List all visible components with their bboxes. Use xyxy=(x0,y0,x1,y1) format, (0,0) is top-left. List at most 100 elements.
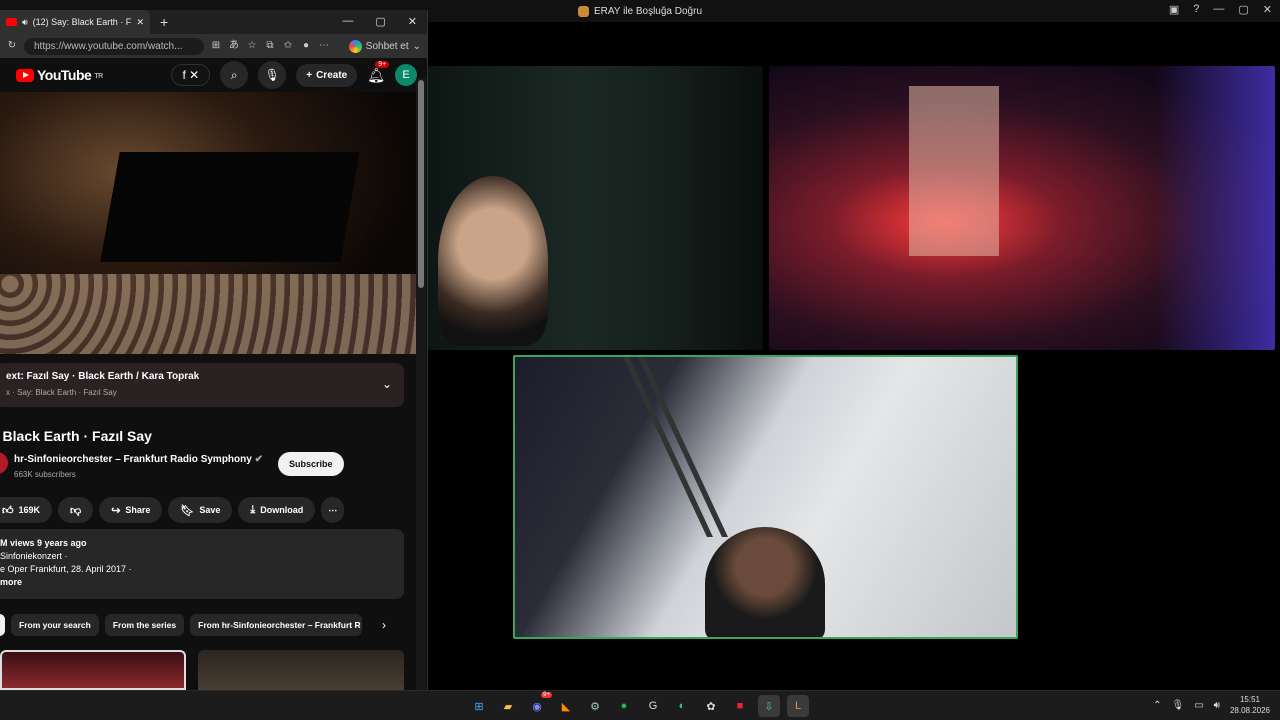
system-tray: ⌃ 🎙︎ ▭ 🔊︎ 15:51 28.08.2026 xyxy=(1153,694,1270,716)
chip-all[interactable] xyxy=(0,614,5,636)
steam-icon[interactable]: ⚙ xyxy=(584,695,606,717)
translate-icon[interactable]: あ xyxy=(228,40,240,52)
favorites-icon[interactable]: ✩ xyxy=(282,40,294,52)
app-window-controls: ▣ ? — ▢ ✕ xyxy=(1169,3,1272,16)
recommended-video-thumbnail[interactable] xyxy=(0,650,186,690)
speaker-icon[interactable]: 🔊︎ xyxy=(22,17,28,28)
chevron-right-icon[interactable]: › xyxy=(382,618,386,632)
share-button[interactable]: ↪ Share xyxy=(99,497,163,523)
profile-icon[interactable]: ● xyxy=(300,40,312,52)
download-label: Download xyxy=(260,505,304,515)
chip-from-your-search[interactable]: From your search xyxy=(11,614,99,636)
url-field[interactable]: https://www.youtube.com/watch... xyxy=(24,37,204,55)
share-label: Share xyxy=(125,505,151,515)
refresh-icon[interactable]: ↻ xyxy=(6,40,18,52)
share-icon: ↪ xyxy=(111,504,121,517)
playlist-subtitle: x · Say: Black Earth · Fazıl Say xyxy=(6,388,117,397)
more-menu-icon[interactable]: ⋯ xyxy=(318,40,330,52)
search-icon[interactable]: ⌕ xyxy=(220,61,249,89)
notification-badge: 9+ xyxy=(375,60,390,68)
windows-taskbar: ⊞ ▰ ◉ 9+ ◣ ⚙ ● G ◐ ✿ ■ ⇩ L ⌃ 🎙︎ ▭ 🔊︎ 15:5… xyxy=(0,690,1280,720)
display-icon[interactable]: ▭ xyxy=(1194,700,1203,711)
favorite-star-icon[interactable]: ☆ xyxy=(246,40,258,52)
app-minimize-button[interactable]: — xyxy=(1213,3,1224,16)
dislike-button[interactable]: 👎︎ xyxy=(58,497,94,523)
start-icon[interactable]: ⊞ xyxy=(468,695,490,717)
channel-name[interactable]: hr-Sinfonieorchester – Frankfurt Radio S… xyxy=(14,454,263,465)
new-tab-button[interactable]: + xyxy=(160,14,168,30)
youtube-play-icon xyxy=(16,68,34,82)
ceiling-vent xyxy=(638,357,728,537)
browser-tab[interactable]: 🔊︎ (12) Say: Black Earth · Fazıl Say ✕ xyxy=(0,10,150,34)
chip-from-channel[interactable]: From hr-Sinfonieorchester – Frankfurt R xyxy=(190,614,363,636)
search-area: f ✕ ⌕ 🎙︎ + Create 🔔︎ 9+ E xyxy=(171,60,417,89)
like-button[interactable]: 👍︎ 169K xyxy=(0,497,53,523)
youtube-favicon-icon xyxy=(6,18,17,26)
video-tile-participant-1[interactable] xyxy=(428,66,763,350)
tab-title: (12) Say: Black Earth · Fazıl Say xyxy=(32,17,132,27)
page-scrollbar[interactable] xyxy=(416,78,426,690)
browser-close-button[interactable]: ✕ xyxy=(408,15,417,28)
video-title: : Black Earth · Fazıl Say xyxy=(0,428,152,444)
save-label: Save xyxy=(199,505,221,515)
tab-close-icon[interactable]: ✕ xyxy=(136,17,144,28)
chatgpt-icon[interactable]: ✿ xyxy=(700,695,722,717)
notifications-bell-icon[interactable]: 🔔︎ 9+ xyxy=(367,60,390,84)
save-button[interactable]: 🔖︎ Save xyxy=(168,497,233,523)
browser-window-controls: — ▢ ✕ xyxy=(342,15,417,28)
apps-icon[interactable]: ⊞ xyxy=(210,40,222,52)
microphone-icon[interactable]: 🎙︎ xyxy=(258,61,287,89)
file-explorer-icon[interactable]: ▰ xyxy=(497,695,519,717)
recommended-video-thumbnail[interactable] xyxy=(198,650,404,690)
more-actions-button[interactable]: ⋯ xyxy=(321,497,345,523)
inbox-icon[interactable]: ▣ xyxy=(1169,3,1179,16)
edge-icon[interactable]: ◐ xyxy=(671,695,693,717)
youtube-logo-text: YouTube xyxy=(37,67,92,83)
channel-avatar[interactable] xyxy=(0,452,8,474)
chip-from-the-series[interactable]: From the series xyxy=(104,614,185,636)
copilot-icon xyxy=(348,39,362,53)
copilot-label: Sohbet et xyxy=(365,40,409,52)
video-player[interactable] xyxy=(0,92,416,354)
copilot-button[interactable]: Sohbet et ⌄ xyxy=(348,39,421,53)
bookmark-icon: 🔖︎ xyxy=(180,504,195,517)
spotify-icon[interactable]: ● xyxy=(613,695,635,717)
search-query: f xyxy=(182,68,186,82)
download-button[interactable]: ⤓ Download xyxy=(238,497,316,523)
app-maximize-button[interactable]: ▢ xyxy=(1238,3,1248,16)
sublime-icon[interactable]: ◣ xyxy=(555,695,577,717)
app-close-button[interactable]: ✕ xyxy=(1263,3,1272,16)
browser-maximize-button[interactable]: ▢ xyxy=(375,15,385,28)
address-bar: ↻ https://www.youtube.com/watch... ⊞ あ ☆… xyxy=(0,34,427,58)
media-app-icon[interactable]: ■ xyxy=(729,695,751,717)
show-more-link[interactable]: more xyxy=(0,576,398,589)
microphone-icon[interactable]: 🎙︎ xyxy=(1171,700,1184,711)
subscribe-button[interactable]: Subscribe xyxy=(278,452,344,476)
playlist-panel[interactable]: ext: Fazıl Say · Black Earth / Kara Topr… xyxy=(0,363,404,407)
view-count-and-date: M views 9 years ago xyxy=(0,538,87,548)
vpn-app-icon[interactable]: ⇩ xyxy=(758,695,780,717)
video-tile-speaking[interactable] xyxy=(513,355,1018,639)
league-icon[interactable]: L xyxy=(787,695,809,717)
create-button[interactable]: + Create xyxy=(296,63,358,87)
clear-search-icon[interactable]: ✕ xyxy=(189,68,199,82)
avatar[interactable]: E xyxy=(395,64,417,86)
description-box[interactable]: M views 9 years ago Sinfoniekonzert · e … xyxy=(0,529,404,599)
scroll-thumb[interactable] xyxy=(418,80,424,288)
browser-minimize-button[interactable]: — xyxy=(342,15,353,28)
g-hub-icon[interactable]: G xyxy=(642,695,664,717)
help-icon[interactable]: ? xyxy=(1193,3,1199,16)
extensions-icon[interactable]: ⧉ xyxy=(264,40,276,52)
room-door xyxy=(909,86,999,256)
clock[interactable]: 15:51 28.08.2026 xyxy=(1230,694,1270,716)
playlist-next-title: ext: Fazıl Say · Black Earth / Kara Topr… xyxy=(6,371,200,382)
discord-icon[interactable]: ◉ 9+ xyxy=(526,692,552,717)
server-icon xyxy=(577,5,589,17)
chevron-down-icon[interactable]: ⌄ xyxy=(382,377,392,391)
volume-icon[interactable]: 🔊︎ xyxy=(1214,700,1220,711)
chevron-up-icon[interactable]: ⌃ xyxy=(1153,700,1161,711)
search-input[interactable]: f ✕ xyxy=(171,64,211,86)
video-tile-participant-2[interactable] xyxy=(769,66,1275,350)
download-icon: ⤓ xyxy=(250,503,256,516)
youtube-logo[interactable]: YouTube TR xyxy=(16,67,103,83)
